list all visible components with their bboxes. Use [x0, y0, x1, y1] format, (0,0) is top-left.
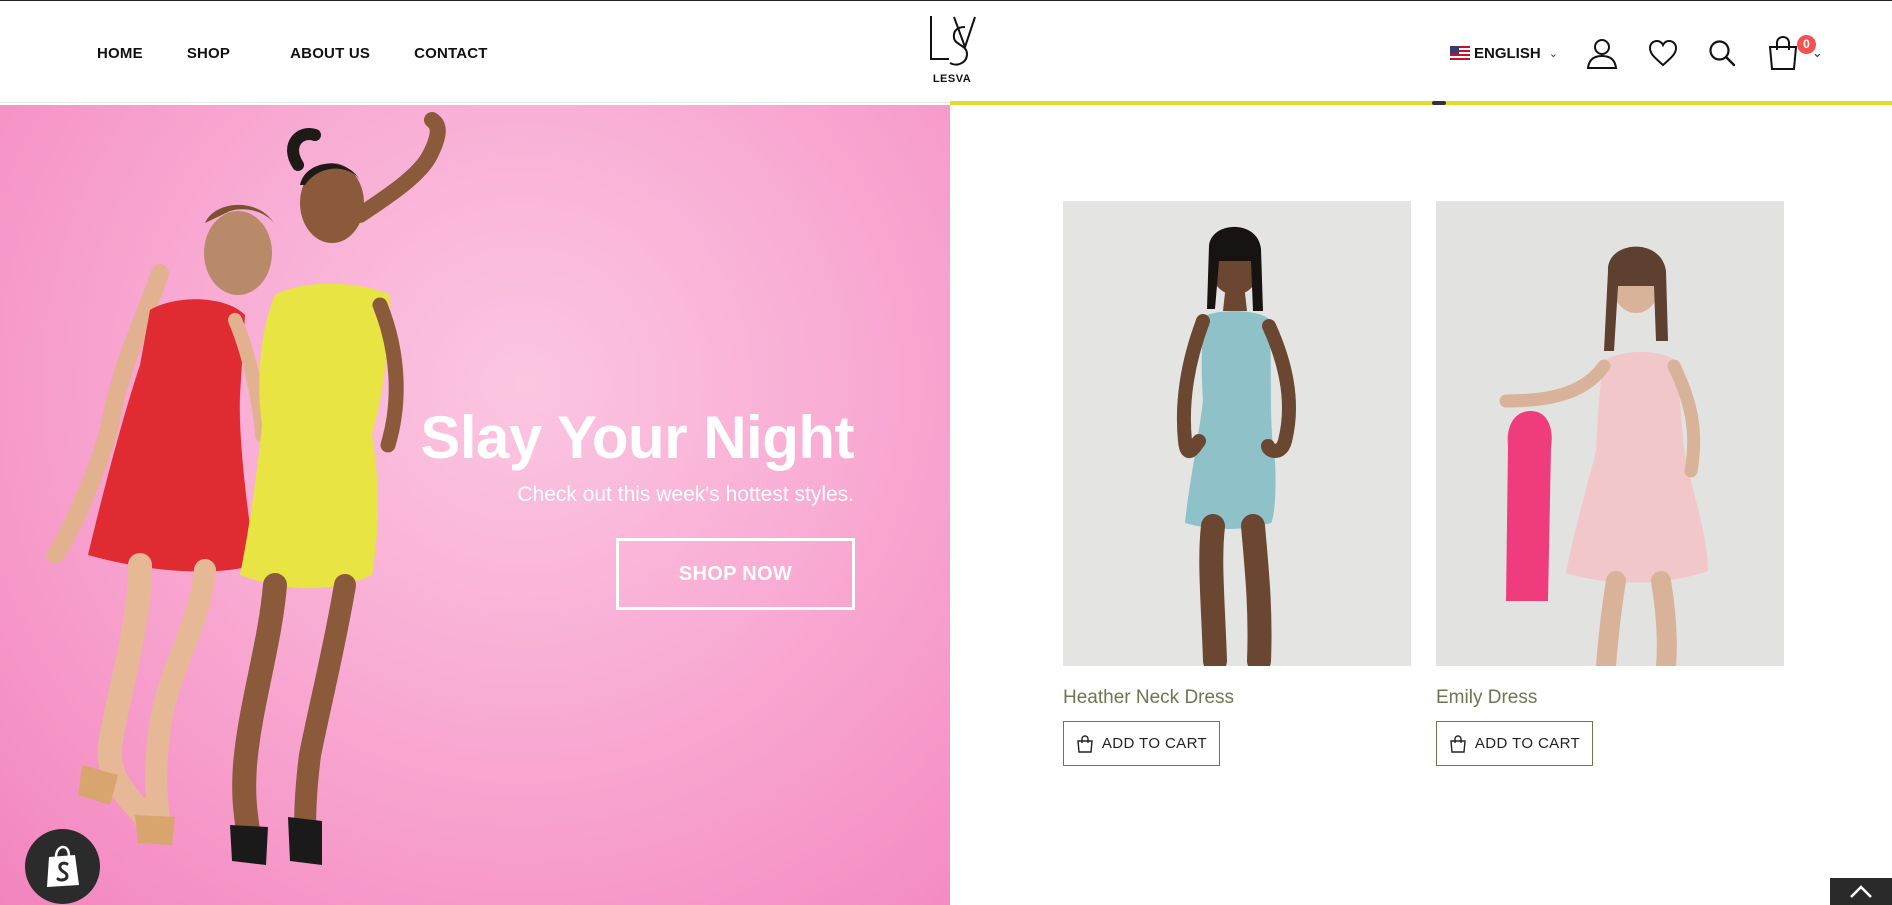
site-header: HOME SHOP ABOUT US CONTACT LESVA ENGLISH… — [0, 0, 1892, 104]
bag-icon — [1450, 734, 1466, 753]
user-icon — [1586, 39, 1618, 69]
accent-bar — [950, 101, 1892, 105]
chevron-down-icon: ⌄ — [1548, 47, 1558, 60]
shopify-chat-button[interactable] — [25, 829, 100, 904]
heart-icon — [1648, 39, 1677, 67]
nav-home[interactable]: HOME — [97, 45, 143, 62]
search-button[interactable] — [1708, 39, 1736, 67]
product-image[interactable] — [1063, 201, 1411, 666]
bag-icon — [1077, 734, 1093, 753]
wishlist-button[interactable] — [1648, 39, 1678, 67]
add-to-cart-label: ADD TO CART — [1101, 735, 1208, 752]
add-to-cart-button[interactable]: ADD TO CART — [1063, 721, 1220, 766]
language-label: ENGLISH — [1474, 44, 1541, 62]
nav-about-us[interactable]: ABOUT US — [290, 45, 370, 62]
shopify-bag-icon — [46, 845, 79, 887]
product-card: Heather Neck Dress ADD TO CART — [1063, 201, 1411, 766]
cart-icon — [1768, 35, 1798, 70]
hero-banner: Slay Your Night Check out this week's ho… — [0, 105, 950, 905]
product-card: Emily Dress ADD TO CART — [1436, 201, 1784, 766]
product-image[interactable] — [1436, 201, 1784, 666]
product-name[interactable]: Heather Neck Dress — [1063, 687, 1411, 709]
header-divider — [0, 102, 950, 103]
cart-button[interactable]: 0 — [1766, 35, 1816, 71]
hero-title: Slay Your Night — [420, 404, 854, 471]
brand-logo[interactable]: LESVA — [924, 13, 980, 93]
search-icon — [1709, 40, 1736, 67]
add-to-cart-label: ADD TO CART — [1474, 735, 1581, 752]
logo-text: LESVA — [932, 73, 972, 85]
shop-now-button[interactable]: SHOP NOW — [616, 538, 855, 610]
header-actions: ENGLISH ⌄ 0 ⌄ — [1450, 31, 1823, 75]
main-nav: HOME SHOP ABOUT US CONTACT — [97, 45, 532, 62]
language-selector[interactable]: ENGLISH ⌄ — [1450, 45, 1558, 62]
scroll-to-top-button[interactable] — [1830, 878, 1892, 905]
cart-count-badge: 0 — [1796, 35, 1816, 54]
chevron-up-icon — [1850, 885, 1872, 898]
add-to-cart-button[interactable]: ADD TO CART — [1436, 721, 1593, 766]
us-flag-icon — [1450, 46, 1470, 60]
nav-contact[interactable]: CONTACT — [414, 45, 488, 62]
product-name[interactable]: Emily Dress — [1436, 687, 1784, 709]
account-button[interactable] — [1586, 37, 1618, 69]
logo-monogram-icon — [930, 16, 976, 66]
hero-subtitle: Check out this week's hottest styles. — [517, 483, 854, 506]
nav-shop[interactable]: SHOP — [187, 45, 230, 62]
